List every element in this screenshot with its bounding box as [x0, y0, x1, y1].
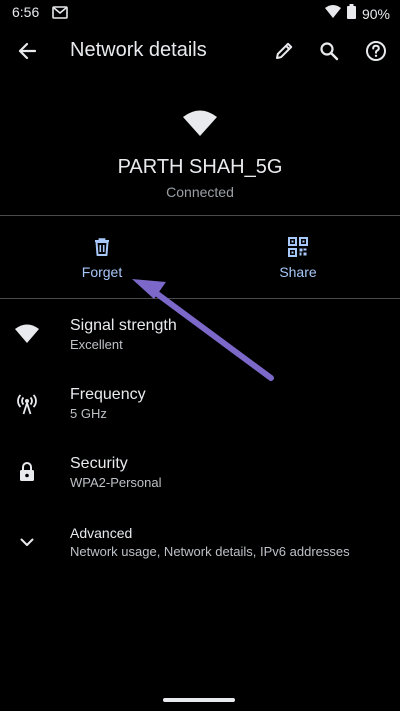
forget-label: Forget — [81, 264, 123, 280]
row-title: Frequency — [70, 386, 146, 403]
notification-icon — [52, 6, 68, 24]
lock-icon — [15, 460, 39, 484]
page-title: Network details — [70, 39, 207, 61]
divider — [0, 298, 400, 299]
wifi-signal-icon — [324, 5, 341, 23]
antenna-icon — [15, 392, 39, 416]
edit-pencil-icon[interactable] — [264, 31, 304, 71]
share-label: Share — [279, 264, 317, 280]
forget-button[interactable]: Forget — [2, 237, 202, 285]
connection-status: Connected — [166, 184, 234, 200]
row-value: WPA2-Personal — [70, 475, 162, 490]
frequency-row: Frequency 5 GHz — [0, 381, 400, 441]
back-arrow-icon[interactable] — [7, 31, 47, 71]
row-title: Signal strength — [70, 317, 177, 334]
trash-icon — [92, 237, 112, 262]
row-value: 5 GHz — [70, 406, 107, 421]
row-title: Security — [70, 455, 128, 472]
share-button[interactable]: Share — [198, 237, 398, 285]
advanced-row[interactable]: Advanced Network usage, Network details,… — [0, 520, 400, 580]
app-bar: Network details — [0, 26, 400, 76]
battery-percentage: 90% — [361, 6, 390, 22]
row-value: Network usage, Network details, IPv6 add… — [70, 544, 350, 559]
status-time: 6:56 — [12, 4, 40, 20]
network-name: PARTH SHAH_5G — [117, 156, 283, 178]
search-icon[interactable] — [309, 31, 349, 71]
signal-strength-row: Signal strength Excellent — [0, 312, 400, 372]
chevron-down-icon — [15, 530, 39, 554]
gesture-nav-handle[interactable] — [163, 698, 235, 702]
qr-code-icon — [288, 237, 308, 262]
status-bar: 6:56 90% — [0, 0, 400, 26]
row-title: Advanced — [70, 525, 133, 541]
battery-icon — [346, 4, 356, 24]
status-right: 90% — [324, 4, 390, 24]
wifi-icon — [183, 110, 217, 141]
row-value: Excellent — [70, 337, 123, 352]
divider — [0, 215, 400, 216]
wifi-icon — [15, 324, 39, 348]
security-row: Security WPA2-Personal — [0, 450, 400, 510]
help-icon[interactable] — [356, 31, 396, 71]
